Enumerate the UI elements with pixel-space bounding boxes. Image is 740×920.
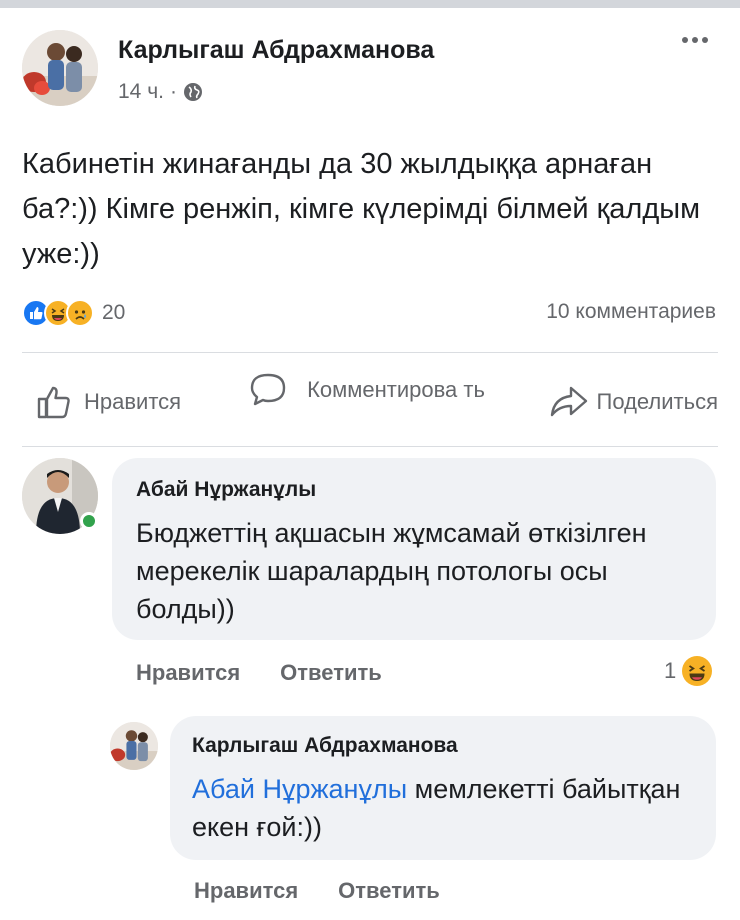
reply-author-avatar[interactable]: [110, 722, 158, 770]
meta-separator: ·: [169, 80, 177, 103]
comment-reaction-count: 1: [664, 658, 677, 683]
more-options-icon[interactable]: [682, 30, 722, 50]
mention-link[interactable]: Абай Нұржанұлы: [192, 774, 407, 804]
reply-author[interactable]: Карлыгаш Абдрахманова: [192, 734, 458, 758]
divider: [22, 352, 718, 353]
reply-text: Абай Нұржанұлы мемлекетті байытқан екен …: [192, 770, 702, 846]
comment-reply-button[interactable]: Ответить: [280, 660, 382, 686]
share-arrow-icon: [550, 386, 587, 417]
comment-button[interactable]: Комментирова ть: [248, 370, 496, 410]
reactions-summary[interactable]: 20: [22, 298, 125, 328]
reply-actions: Нравится Ответить: [194, 878, 440, 904]
like-button-label: Нравится: [84, 389, 182, 414]
comment-text: Бюджеттің ақшасын жұмсамай өткізілген ме…: [136, 518, 647, 624]
share-button-label: Поделиться: [596, 389, 718, 414]
sad-reaction-icon: [66, 299, 94, 327]
comment-actions: Нравится Ответить: [136, 660, 382, 686]
comment-like-button[interactable]: Нравится: [136, 660, 240, 686]
comment-button-label: Комментирова ть: [307, 377, 485, 402]
reactions-count: 20: [102, 301, 126, 324]
post-time[interactable]: 14 ч.: [118, 80, 164, 104]
post-meta: 14 ч. ·: [118, 80, 203, 104]
share-button[interactable]: Поделиться: [549, 384, 718, 420]
author-avatar[interactable]: [22, 30, 98, 106]
speech-bubble-icon: [250, 373, 286, 406]
post-header: Карлыгаш Абдрахманова 14 ч. ·: [22, 30, 722, 110]
post-text: Кабинетін жинағанды да 30 жылдыққа арнағ…: [22, 148, 701, 270]
thumbs-up-icon: [37, 386, 70, 419]
comments-count-link[interactable]: 10 комментариев: [546, 300, 716, 324]
comment-author[interactable]: Абай Нұржанұлы: [136, 478, 316, 502]
comment-reactions[interactable]: 1: [664, 656, 713, 686]
reply-bubble: Карлыгаш Абдрахманова Абай Нұржанұлы мем…: [170, 716, 716, 860]
like-button[interactable]: Нравится: [36, 384, 181, 420]
haha-reaction-icon: [682, 656, 713, 686]
divider: [22, 446, 718, 447]
top-edge: [0, 0, 740, 8]
reply-like-button[interactable]: Нравится: [194, 878, 298, 904]
globe-icon: [183, 83, 202, 101]
reply-reply-button[interactable]: Ответить: [338, 878, 440, 904]
post-action-bar: Нравится Комментирова ть Поделиться: [22, 360, 718, 440]
comment-bubble: Абай Нұржанұлы Бюджеттің ақшасын жұмсама…: [112, 458, 716, 640]
author-name[interactable]: Карлыгаш Абдрахманова: [118, 36, 434, 65]
online-status-indicator: [80, 512, 98, 530]
